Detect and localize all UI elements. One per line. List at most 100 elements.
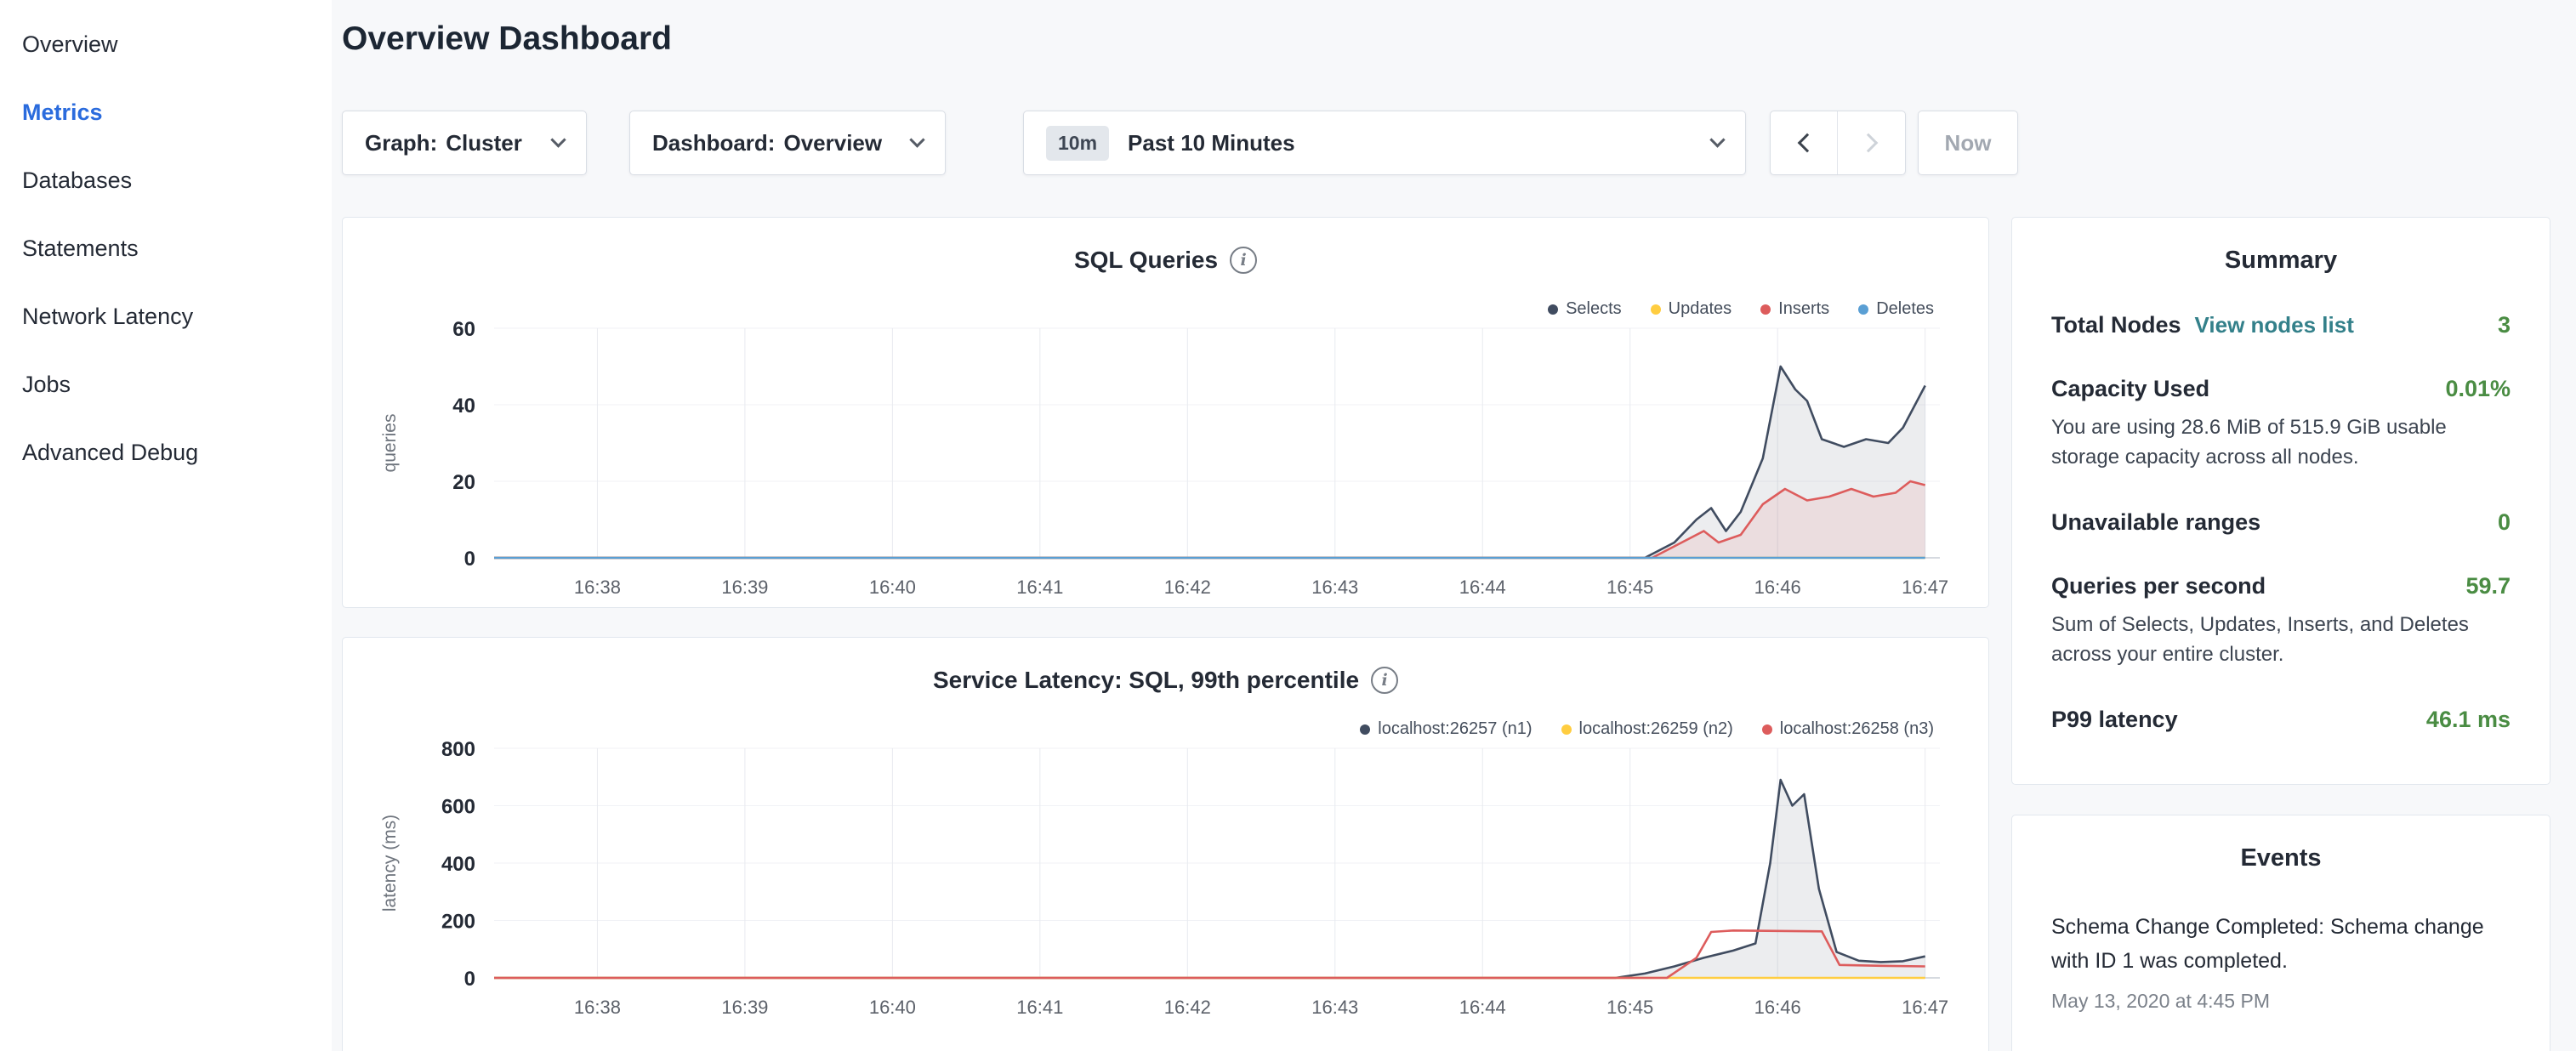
svg-text:600: 600 (441, 796, 475, 819)
chart-title: Service Latency: SQL, 99th percentile (933, 667, 1359, 694)
summary-value: 46.1 ms (2426, 707, 2511, 733)
svg-text:16:46: 16:46 (1754, 577, 1801, 598)
sidebar-item-metrics[interactable]: Metrics (0, 78, 332, 146)
svg-text:16:47: 16:47 (1902, 997, 1948, 1018)
service-latency-chart[interactable]: 16:38 16:39 16:40 16:41 16:42 16:43 16:44 16:45… (363, 736, 1970, 1027)
graph-dropdown[interactable]: Graph: Cluster (342, 111, 587, 175)
summary-label: Total Nodes (2051, 312, 2181, 338)
chart-title-row: Service Latency: SQL, 99th percentile (343, 667, 1988, 694)
svg-text:16:46: 16:46 (1754, 997, 1801, 1018)
sidebar-item-databases[interactable]: Databases (0, 146, 332, 214)
time-range-label: Past 10 Minutes (1128, 130, 1295, 156)
legend-dot-icon (1858, 304, 1868, 315)
svg-text:16:42: 16:42 (1164, 577, 1211, 598)
prev-timeframe-button[interactable] (1771, 111, 1838, 174)
svg-text:16:44: 16:44 (1459, 997, 1506, 1018)
svg-text:16:41: 16:41 (1016, 577, 1063, 598)
legend-dot-icon (1651, 304, 1661, 315)
svg-text:800: 800 (441, 738, 475, 761)
svg-text:0: 0 (464, 548, 475, 571)
svg-text:16:41: 16:41 (1016, 997, 1063, 1018)
svg-text:20: 20 (452, 471, 475, 494)
svg-text:16:40: 16:40 (869, 577, 916, 598)
svg-text:40: 40 (452, 395, 475, 418)
svg-text:0: 0 (464, 968, 475, 991)
legend-dot-icon (1760, 304, 1771, 315)
sql-queries-chart[interactable]: 16:38 16:39 16:40 16:41 16:42 16:43 16:44 16:45… (363, 316, 1970, 607)
legend-dot-icon (1762, 724, 1772, 735)
event-text: Schema Change Completed: Schema change w… (2051, 910, 2511, 978)
dashboard-dropdown-label: Dashboard: (652, 130, 775, 156)
chevron-right-icon (1858, 134, 1878, 153)
svg-text:16:42: 16:42 (1164, 997, 1211, 1018)
summary-label: Capacity Used (2051, 376, 2209, 402)
svg-text:16:43: 16:43 (1311, 997, 1358, 1018)
graph-dropdown-value: Cluster (446, 130, 522, 156)
legend-dot-icon (1360, 724, 1370, 735)
summary-row-p99-latency: P99 latency 46.1 ms (2051, 707, 2511, 733)
sidebar-item-network-latency[interactable]: Network Latency (0, 282, 332, 350)
next-timeframe-button[interactable] (1838, 111, 1905, 174)
chevron-down-icon (550, 132, 566, 147)
summary-subtext: You are using 28.6 MiB of 515.9 GiB usab… (2051, 412, 2511, 472)
svg-text:16:40: 16:40 (869, 997, 916, 1018)
time-pager (1770, 111, 1906, 175)
summary-row-capacity-used: Capacity Used 0.01% You are using 28.6 M… (2051, 376, 2511, 472)
summary-row-queries-per-second: Queries per second 59.7 Sum of Selects, … (2051, 573, 2511, 669)
summary-value: 0 (2498, 509, 2511, 536)
view-nodes-link[interactable]: View nodes list (2195, 312, 2354, 338)
events-title: Events (2051, 844, 2511, 872)
summary-value: 59.7 (2465, 573, 2511, 599)
legend-dot-icon (1548, 304, 1558, 315)
time-range-badge: 10m (1046, 126, 1109, 161)
service-latency-chart-card: Service Latency: SQL, 99th percentile lo… (342, 637, 1989, 1051)
sidebar-item-overview[interactable]: Overview (0, 10, 332, 78)
chart-title: SQL Queries (1074, 247, 1218, 274)
summary-label: Queries per second (2051, 573, 2266, 599)
info-icon[interactable] (1230, 247, 1257, 274)
svg-text:latency (ms): latency (ms) (380, 815, 400, 912)
page-title: Overview Dashboard (342, 20, 672, 58)
svg-text:16:44: 16:44 (1459, 577, 1506, 598)
svg-text:400: 400 (441, 853, 475, 876)
chevron-left-icon (1798, 134, 1817, 153)
svg-text:60: 60 (452, 318, 475, 341)
event-item: Schema Change Completed: Schema change w… (2051, 910, 2511, 1013)
summary-panel: Summary Total Nodes View nodes list 3 Ca… (2011, 217, 2550, 785)
svg-text:16:43: 16:43 (1311, 577, 1358, 598)
event-timestamp: May 13, 2020 at 4:45 PM (2051, 990, 2511, 1013)
sidebar-item-jobs[interactable]: Jobs (0, 350, 332, 418)
summary-label: Unavailable ranges (2051, 509, 2260, 536)
time-window-selector[interactable]: 10m Past 10 Minutes (1023, 111, 1746, 175)
chart-title-row: SQL Queries (343, 247, 1988, 274)
info-icon[interactable] (1371, 667, 1398, 694)
chevron-down-icon (909, 132, 924, 147)
summary-title: Summary (2051, 247, 2511, 275)
svg-text:16:38: 16:38 (574, 997, 621, 1018)
svg-text:16:39: 16:39 (721, 997, 768, 1018)
summary-value: 3 (2498, 312, 2511, 338)
graph-dropdown-label: Graph: (365, 130, 437, 156)
events-panel: Events Schema Change Completed: Schema c… (2011, 815, 2550, 1051)
svg-text:16:45: 16:45 (1606, 997, 1653, 1018)
sidebar: Overview Metrics Databases Statements Ne… (0, 0, 332, 1051)
svg-text:queries: queries (380, 414, 400, 473)
dashboard-dropdown[interactable]: Dashboard: Overview (629, 111, 946, 175)
summary-row-total-nodes: Total Nodes View nodes list 3 (2051, 312, 2511, 338)
legend-dot-icon (1561, 724, 1572, 735)
svg-text:16:45: 16:45 (1606, 577, 1653, 598)
sidebar-item-statements[interactable]: Statements (0, 214, 332, 282)
chevron-down-icon (1709, 132, 1725, 147)
sql-queries-chart-card: SQL Queries SelectsUpdatesInsertsDeletes… (342, 217, 1989, 608)
summary-subtext: Sum of Selects, Updates, Inserts, and De… (2051, 610, 2511, 669)
svg-text:16:39: 16:39 (721, 577, 768, 598)
summary-label: P99 latency (2051, 707, 2178, 733)
svg-text:16:38: 16:38 (574, 577, 621, 598)
summary-value: 0.01% (2445, 376, 2511, 402)
svg-text:200: 200 (441, 911, 475, 934)
now-button[interactable]: Now (1918, 111, 2018, 175)
summary-row-unavailable-ranges: Unavailable ranges 0 (2051, 509, 2511, 536)
dashboard-dropdown-value: Overview (783, 130, 882, 156)
svg-text:16:47: 16:47 (1902, 577, 1948, 598)
sidebar-item-advanced-debug[interactable]: Advanced Debug (0, 418, 332, 486)
